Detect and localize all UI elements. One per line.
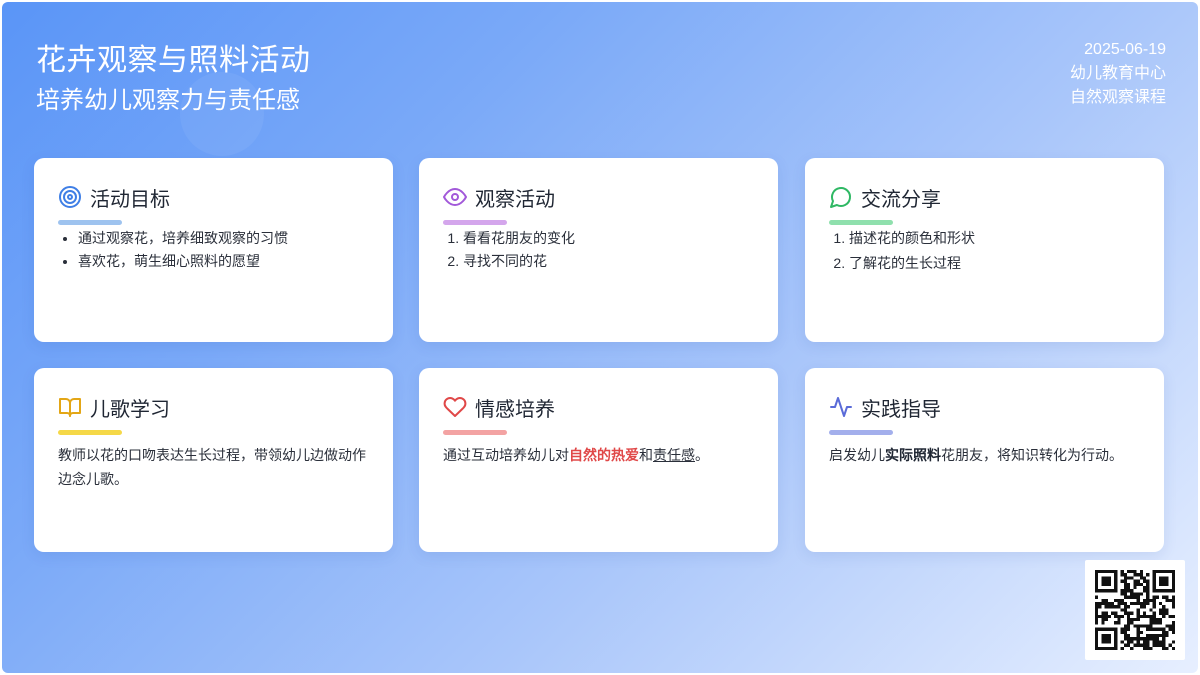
- header-meta: 2025-06-19 幼儿教育中心 自然观察课程: [1070, 38, 1166, 110]
- card-title: 儿歌学习: [90, 398, 170, 421]
- card-header: 实践指导: [829, 394, 1140, 421]
- card-activity-goals: 活动目标 通过观察花，培养细致观察的习惯 喜欢花，萌生细心照料的愿望: [34, 158, 393, 342]
- text-segment: 通过互动培养幼儿对: [443, 447, 569, 463]
- card-header: 儿歌学习: [58, 394, 369, 421]
- list-item: 描述花的颜色和形状: [849, 227, 1140, 250]
- card-sharing: 交流分享 描述花的颜色和形状 了解花的生长过程: [805, 158, 1164, 342]
- course-text: 自然观察课程: [1069, 89, 1166, 106]
- accent-bar: [829, 430, 893, 435]
- card-nursery-rhyme: 儿歌学习 教师以花的口吻表达生长过程，带领幼儿边做动作边念儿歌。: [34, 368, 393, 552]
- card-practice-guidance: 实践指导 启发幼儿实际照料花朋友，将知识转化为行动。: [805, 368, 1164, 552]
- slide-background: 花卉观察与照料活动 培养幼儿观察力与责任感 2025-06-19 幼儿教育中心 …: [2, 2, 1198, 673]
- card-title: 观察活动: [475, 188, 555, 211]
- bold-text: 实际照料: [885, 447, 941, 463]
- list-item: 看看花朋友的变化: [463, 227, 754, 250]
- accent-bar: [829, 220, 893, 225]
- target-icon: [59, 186, 81, 208]
- text-segment: 花朋友，将知识转化为行动。: [941, 447, 1123, 463]
- text-segment: 。: [695, 447, 709, 463]
- open-book-icon: [59, 398, 81, 417]
- goals-list: 通过观察花，培养细致观察的习惯 喜欢花，萌生细心照料的愿望: [58, 227, 369, 273]
- highlight-text: 自然的热爱: [569, 447, 639, 463]
- qr-code: [1085, 560, 1185, 660]
- page-title: 花卉观察与照料活动: [36, 44, 311, 77]
- card-text: 通过互动培养幼儿对自然的热爱和责任感。: [443, 443, 754, 467]
- eye-icon: [443, 188, 467, 206]
- accent-bar: [443, 430, 507, 435]
- accent-bar: [58, 430, 122, 435]
- card-title: 情感培养: [475, 398, 555, 421]
- share-list: 描述花的颜色和形状 了解花的生长过程: [829, 227, 1140, 277]
- list-item: 喜欢花，萌生细心照料的愿望: [78, 250, 369, 273]
- list-item: 通过观察花，培养细致观察的习惯: [78, 227, 369, 250]
- card-header: 观察活动: [443, 184, 754, 211]
- card-observation-activity: 观察活动 看看花朋友的变化 寻找不同的花: [419, 158, 778, 342]
- heart-icon: [443, 397, 467, 417]
- organization-text: 幼儿教育中心: [1069, 65, 1166, 82]
- card-title: 活动目标: [90, 188, 170, 211]
- accent-bar: [443, 220, 507, 225]
- page-subtitle: 培养幼儿观察力与责任感: [36, 87, 300, 114]
- chat-bubble-icon: [830, 187, 851, 208]
- card-header: 交流分享: [829, 184, 1140, 211]
- date-text: 2025-06-19: [1084, 41, 1166, 58]
- card-text: 教师以花的口吻表达生长过程，带领幼儿边做动作边念儿歌。: [58, 447, 366, 487]
- card-header: 情感培养: [443, 394, 754, 421]
- card-title: 交流分享: [861, 188, 941, 211]
- text-segment: 启发幼儿: [829, 447, 885, 463]
- card-emotional-development: 情感培养 通过互动培养幼儿对自然的热爱和责任感。: [419, 368, 778, 552]
- pulse-icon: [830, 397, 852, 417]
- observe-list: 看看花朋友的变化 寻找不同的花: [443, 227, 754, 273]
- qr-code-icon: [1095, 570, 1175, 650]
- text-segment: 和: [639, 447, 653, 463]
- list-item: 了解花的生长过程: [849, 250, 1140, 277]
- card-text: 启发幼儿实际照料花朋友，将知识转化为行动。: [829, 443, 1140, 467]
- list-item: 寻找不同的花: [463, 250, 754, 273]
- card-header: 活动目标: [58, 184, 369, 211]
- accent-bar: [58, 220, 122, 225]
- underlined-text: 责任感: [653, 447, 695, 463]
- card-title: 实践指导: [861, 398, 941, 421]
